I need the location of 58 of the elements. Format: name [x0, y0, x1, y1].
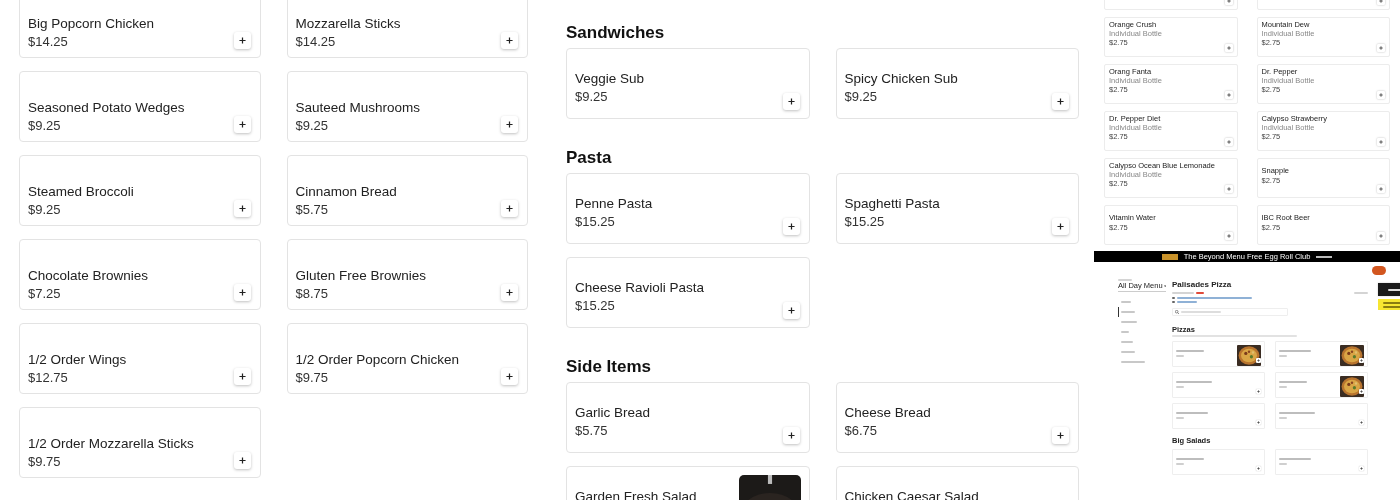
item-price: $15.25	[844, 213, 885, 231]
item-name: 1/2 Order Mozzarella Sticks	[28, 435, 194, 453]
menu-item-card[interactable]: Spicy Chicken Sub $9.25	[835, 48, 1079, 119]
menu-item-card[interactable]: Veggie Sub $9.25	[566, 48, 810, 119]
item-name: Spicy Chicken Sub	[844, 70, 958, 88]
menu-item-card[interactable]: Gluten Free Brownies $8.75	[286, 239, 528, 310]
menu-item-card[interactable]: Seasoned Potato Wedges $9.25	[19, 71, 261, 142]
menu-item-card[interactable]: Cinnamon Bread $5.75	[286, 155, 528, 226]
menu-item-card[interactable]: Cheese Ravioli Pasta $15.25	[566, 257, 810, 328]
menu-item-card[interactable]: Chocolate Brownies $7.25	[19, 239, 261, 310]
menu-item-card[interactable]: Cheese Bread $6.75	[835, 382, 1079, 453]
menu-item-card[interactable]: Spaghetti Pasta $15.25	[835, 173, 1079, 244]
item-price: $8.75	[295, 285, 329, 303]
item-name: Chocolate Brownies	[28, 267, 149, 285]
item-name: Mozzarella Sticks	[295, 15, 401, 33]
item-price: $15.25	[575, 213, 615, 231]
item-name: Cheese Ravioli Pasta	[575, 279, 705, 297]
menu-item-card[interactable]: 1/2 Order Mozzarella Sticks $9.75	[19, 407, 261, 478]
item-name: Cheese Bread	[844, 404, 931, 422]
section-heading: Side Items	[566, 356, 653, 374]
menu-item-card[interactable]: Penne Pasta $15.25	[566, 173, 810, 244]
item-price: $14.25	[295, 33, 336, 51]
menu-item-card[interactable]: Steamed Broccoli $9.25	[19, 155, 261, 226]
item-price: $9.25	[844, 88, 878, 106]
item-price: $14.25	[28, 33, 68, 51]
item-price: $5.75	[295, 201, 329, 219]
item-price: $15.25	[575, 297, 615, 315]
item-name: Gluten Free Brownies	[295, 267, 427, 285]
item-price: $7.25	[28, 285, 61, 303]
item-price: $9.75	[28, 453, 61, 471]
item-name: Steamed Broccoli	[28, 183, 134, 201]
menu-item-card[interactable]: 1/2 Order Popcorn Chicken $9.75	[286, 323, 528, 394]
item-name: Spaghetti Pasta	[844, 195, 940, 213]
item-name: 1/2 Order Wings	[28, 351, 127, 369]
menu-item-card[interactable]: Mozzarella Sticks $14.25	[286, 0, 528, 58]
item-price: $9.25	[28, 117, 61, 135]
item-price: $5.75	[575, 422, 608, 440]
item-price: $9.75	[295, 369, 329, 387]
menu-item-card[interactable]: Garlic Bread $5.75	[566, 382, 810, 453]
item-name: Veggie Sub	[575, 70, 645, 88]
menu-item-card[interactable]: Big Popcorn Chicken $14.25	[19, 0, 261, 58]
item-price: $6.75	[844, 422, 878, 440]
item-name: 1/2 Order Popcorn Chicken	[295, 351, 460, 369]
section-heading: Pasta	[566, 147, 613, 165]
section-heading: Sandwiches	[566, 22, 666, 40]
menu-item-card[interactable]: 1/2 Order Wings $12.75	[19, 323, 261, 394]
item-name: Seasoned Potato Wedges	[28, 99, 185, 117]
item-price: $12.75	[28, 369, 68, 387]
item-price: $9.25	[575, 88, 608, 106]
item-name: Penne Pasta	[575, 195, 653, 213]
item-price: $9.25	[295, 117, 329, 135]
item-name: Sauteed Mushrooms	[295, 99, 421, 117]
item-name: Big Popcorn Chicken	[28, 15, 155, 33]
item-price: $9.25	[28, 201, 61, 219]
item-name: Cinnamon Bread	[295, 183, 397, 201]
item-name: Garlic Bread	[575, 404, 651, 422]
store-name: Palisades Pizza	[1172, 280, 1233, 289]
menu-item-card[interactable]: Sauteed Mushrooms $9.25	[286, 71, 528, 142]
